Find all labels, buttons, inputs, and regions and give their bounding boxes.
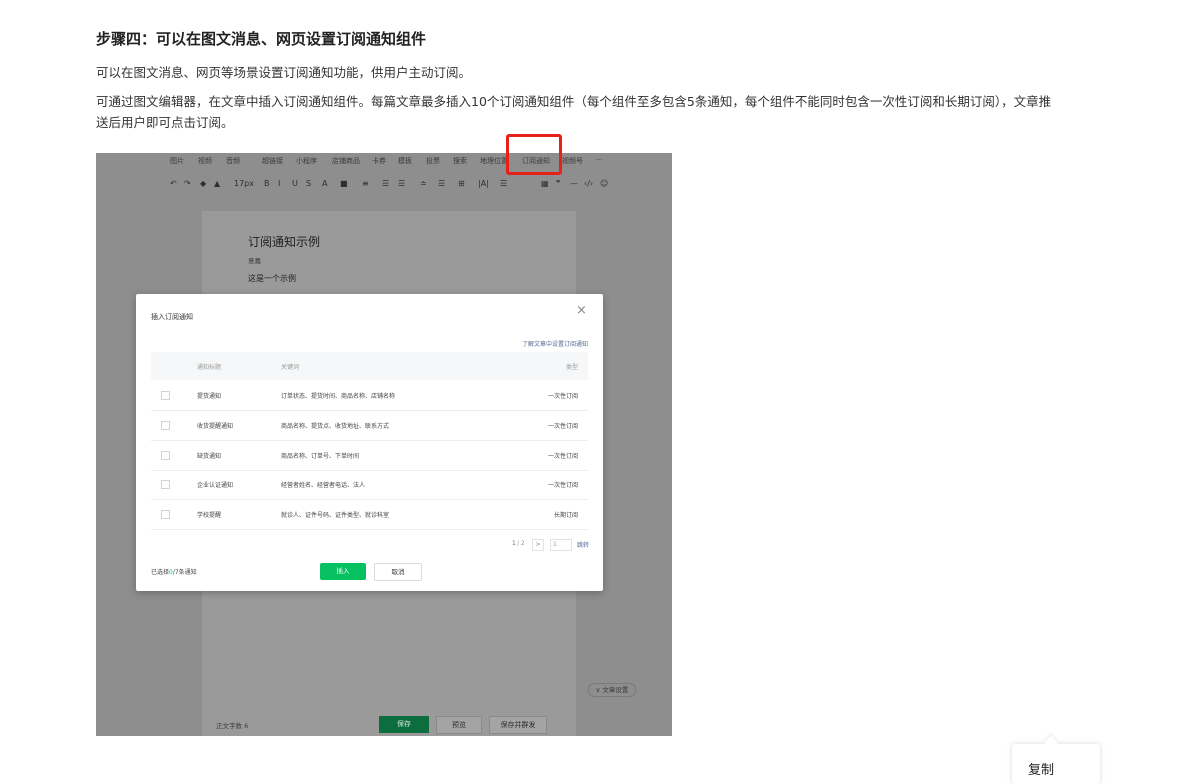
pager-jump-link[interactable]: 跳转 <box>577 540 589 549</box>
context-menu <box>1012 744 1100 784</box>
code-icon[interactable]: ‹/› <box>584 179 593 188</box>
toolbar-item-search[interactable]: 搜索 <box>453 156 467 166</box>
table-format-icon[interactable]: ⊞ <box>458 179 465 188</box>
row-title: 收货提醒通知 <box>197 423 234 430</box>
row-title: 企业认证通知 <box>197 482 234 489</box>
row-title: 缺货通知 <box>197 453 222 460</box>
letter-spacing-icon[interactable]: |A| <box>478 179 489 188</box>
divider-icon[interactable]: — <box>570 179 578 188</box>
toolbar-item-store-product[interactable]: 店铺商品 <box>332 156 360 166</box>
row-keywords: 商品名称、订单号、下单时间 <box>281 453 360 460</box>
editor-author[interactable]: 意嘉 <box>248 255 261 265</box>
undo-icon[interactable]: ↶ <box>170 179 177 188</box>
selected-prefix: 已选择 <box>151 569 170 576</box>
editor-screenshot: 图片 视频 音频 超链接 小程序 店铺商品 卡券 模板 投票 搜索 地理位置 订… <box>96 153 672 736</box>
row-checkbox[interactable] <box>161 391 170 400</box>
dialog-title: 插入订阅通知 <box>151 313 193 321</box>
cancel-button[interactable]: 取消 <box>374 563 422 581</box>
insert-button[interactable]: 插入 <box>320 563 366 580</box>
row-title: 学校提醒 <box>197 512 222 519</box>
close-icon[interactable]: × <box>576 304 587 317</box>
toolbar-item-channels[interactable]: 视频号 <box>562 156 583 166</box>
column-header-keywords: 关键词 <box>281 364 300 371</box>
article-paragraph-2: 可通过图文编辑器，在文章中插入订阅通知组件。每篇文章最多插入10个订阅通知组件（… <box>96 94 1052 130</box>
table-row[interactable]: 缺货通知 商品名称、订单号、下单时间 一次性订阅 <box>151 441 588 471</box>
toolbar-item-miniprogram[interactable]: 小程序 <box>296 156 317 166</box>
spacing-icon[interactable]: ≐ <box>420 179 427 188</box>
format-toolbar: ↶ ↷ ◆ ▲ 17px B I U S A ■ ≡ ☰ ☰ ≐ ☰ ⊞ |A|… <box>96 176 672 194</box>
row-keywords: 就诊人、证件号码、证件类型、就诊科室 <box>281 512 390 519</box>
table-row[interactable]: 提货通知 订单状态、提货时间、商品名称、店铺名称 一次性订阅 <box>151 381 588 411</box>
save-button[interactable]: 保存 <box>379 716 429 733</box>
row-checkbox[interactable] <box>161 510 170 519</box>
preview-button[interactable]: 预览 <box>436 716 482 734</box>
row-keywords: 经营者姓名、经营者电话、法人 <box>281 482 366 489</box>
row-keywords: 商品名称、提货点、收货地址、联系方式 <box>281 423 390 430</box>
row-type: 长期订阅 <box>553 512 578 519</box>
row-type: 一次性订阅 <box>547 423 578 430</box>
pager-total: / 2 <box>517 540 525 547</box>
format-brush-icon[interactable]: ◆ <box>200 179 206 188</box>
insert-subscribe-notice-dialog: 插入订阅通知 × 了解文章中设置订阅通知 通知标题 关键词 类型 提货通知 订单… <box>136 294 603 591</box>
list-icon[interactable]: ☰ <box>500 179 507 188</box>
indent-icon[interactable]: ☰ <box>382 179 389 188</box>
article-settings-toggle[interactable]: ∨ 文章设置 <box>588 683 636 697</box>
column-header-title: 通知标题 <box>197 364 222 371</box>
clear-format-icon[interactable]: ▲ <box>214 179 220 188</box>
toolbar-item-location[interactable]: 地理位置 <box>480 156 508 166</box>
row-checkbox[interactable] <box>161 480 170 489</box>
toolbar-item-image[interactable]: 图片 <box>170 156 184 166</box>
pager-page-input[interactable]: 1 <box>550 539 572 551</box>
editor-body-text[interactable]: 这是一个示例 <box>248 273 296 284</box>
outdent-icon[interactable]: ☰ <box>398 179 405 188</box>
copy-menu-item[interactable]: 复制 <box>1028 759 1054 778</box>
toolbar-item-vote[interactable]: 投票 <box>426 156 440 166</box>
toolbar-item-hyperlink[interactable]: 超链接 <box>262 156 283 166</box>
word-count: 正文字数 6 <box>216 722 249 730</box>
table-icon[interactable]: ▦ <box>541 179 549 188</box>
row-checkbox[interactable] <box>161 451 170 460</box>
italic-icon[interactable]: I <box>278 179 280 188</box>
highlight-box <box>506 134 562 175</box>
row-type: 一次性订阅 <box>547 393 578 400</box>
row-type: 一次性订阅 <box>547 482 578 489</box>
toolbar-item-audio[interactable]: 音频 <box>226 156 240 166</box>
emoji-icon[interactable]: ☺ <box>600 179 608 188</box>
background-color-icon[interactable]: ■ <box>340 179 348 188</box>
row-type: 一次性订阅 <box>547 453 578 460</box>
quote-icon[interactable]: ❞ <box>556 179 560 188</box>
redo-icon[interactable]: ↷ <box>184 179 191 188</box>
row-keywords: 订单状态、提货时间、商品名称、店铺名称 <box>281 393 396 400</box>
help-link[interactable]: 了解文章中设置订阅通知 <box>522 339 588 348</box>
toolbar-item-video[interactable]: 视频 <box>198 156 212 166</box>
pager-next-button[interactable]: > <box>532 539 544 551</box>
editor-article-title[interactable]: 订阅通知示例 <box>248 233 320 250</box>
row-title: 提货通知 <box>197 393 222 400</box>
column-header-type: 类型 <box>565 364 578 371</box>
table-header: 通知标题 关键词 类型 <box>151 352 588 380</box>
article-paragraph-1: 可以在图文消息、网页等场景设置订阅通知功能，供用户主动订阅。 <box>96 65 472 80</box>
insert-toolbar: 图片 视频 音频 超链接 小程序 店铺商品 卡券 模板 投票 搜索 地理位置 订… <box>96 153 672 171</box>
row-checkbox[interactable] <box>161 421 170 430</box>
font-color-icon[interactable]: A <box>322 179 327 188</box>
bold-icon[interactable]: B <box>264 179 270 188</box>
font-size-select[interactable]: 17px <box>234 179 254 188</box>
selected-count-text: 已选择0/7条通知 <box>151 567 197 576</box>
toolbar-item-more[interactable]: ··· <box>596 156 603 164</box>
underline-icon[interactable]: U <box>292 179 298 188</box>
pager-current-page: 1 <box>512 540 516 547</box>
table-row[interactable]: 企业认证通知 经营者姓名、经营者电话、法人 一次性订阅 <box>151 470 588 500</box>
article-heading: 步骤四：可以在图文消息、网页设置订阅通知组件 <box>96 30 427 48</box>
table-row[interactable]: 学校提醒 就诊人、证件号码、证件类型、就诊科室 长期订阅 <box>151 500 588 530</box>
toolbar-item-template[interactable]: 模板 <box>398 156 412 166</box>
line-height-icon[interactable]: ☰ <box>438 179 445 188</box>
strikethrough-icon[interactable]: S <box>306 179 311 188</box>
align-icon[interactable]: ≡ <box>362 179 369 188</box>
table-row[interactable]: 收货提醒通知 商品名称、提货点、收货地址、联系方式 一次性订阅 <box>151 411 588 441</box>
toolbar-item-coupon[interactable]: 卡券 <box>372 156 386 166</box>
save-and-send-button[interactable]: 保存并群发 <box>489 716 547 734</box>
selected-total: /7条通知 <box>172 569 197 576</box>
